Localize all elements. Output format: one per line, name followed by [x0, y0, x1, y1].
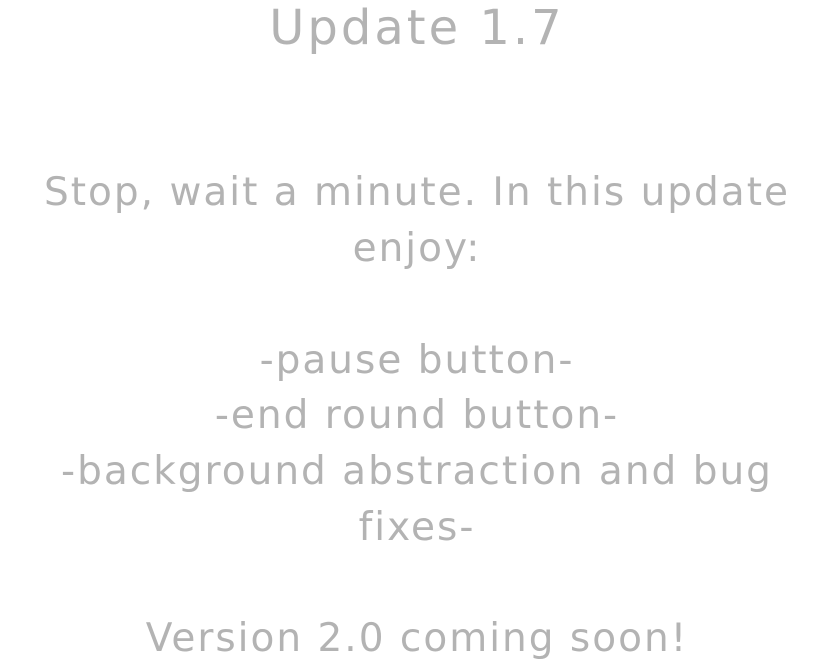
update-title: Update 1.7: [269, 0, 565, 56]
version-coming-soon: Version 2.0 coming soon!: [145, 616, 689, 661]
intro-text-line-1: Stop, wait a minute. In this update: [43, 170, 790, 215]
feature-pause-button: -pause button-: [259, 338, 575, 383]
intro-text-line-2: enjoy:: [352, 226, 482, 271]
feature-background-line-2: fixes-: [358, 505, 476, 550]
feature-end-round-button: -end round button-: [214, 393, 620, 438]
feature-background-line-1: -background abstraction and bug: [61, 449, 773, 494]
update-notes-screen: Update 1.7 Stop, wait a minute. In this …: [0, 0, 834, 667]
